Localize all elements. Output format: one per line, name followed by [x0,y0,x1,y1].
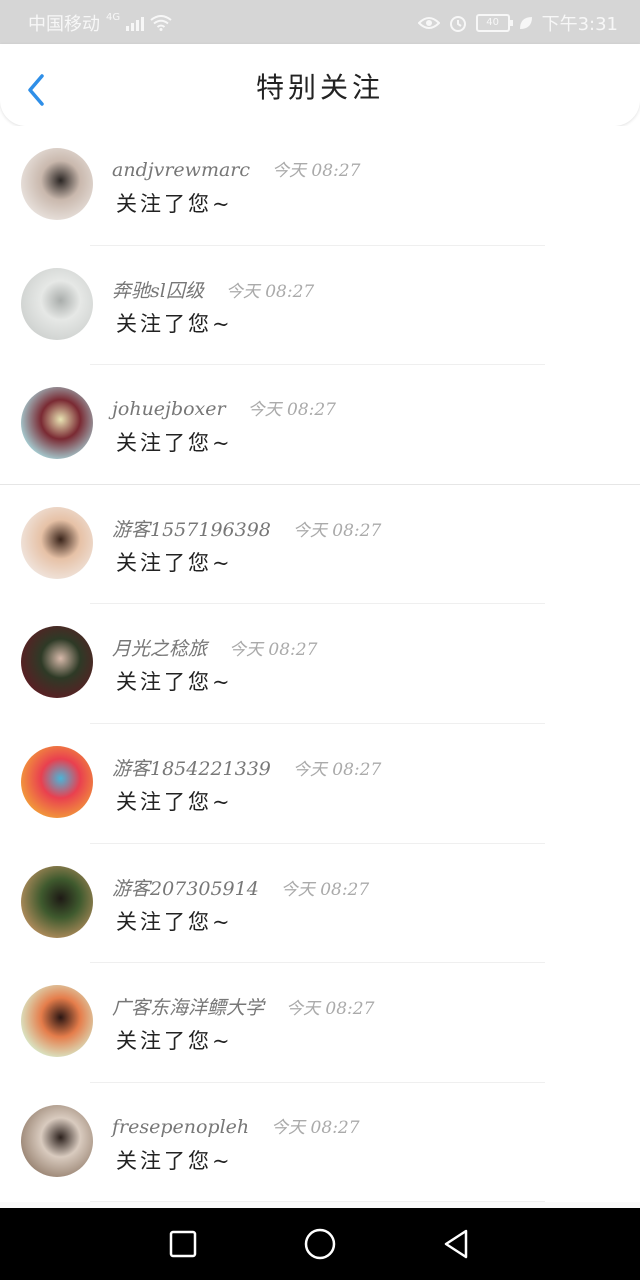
list-item[interactable]: fresepenopleh 今天 08:27 关注了您~ [0,1082,640,1203]
message-text: 关注了您~ [116,909,233,934]
avatar[interactable] [21,506,93,579]
timestamp: 今天 08:27 [280,879,370,900]
timestamp: 今天 08:27 [292,520,382,541]
clock-time: 下午3:31 [541,14,618,35]
item-meta: 奔驰sl囚级 今天 08:27 [112,276,314,303]
list-item[interactable]: 游客1854221339 今天 08:27 关注了您~ [0,723,640,844]
username[interactable]: 奔驰sl囚级 [112,276,204,303]
item-meta: 广客东海洋鳔大学 今天 08:27 [112,993,374,1020]
username[interactable]: fresepenopleh [112,1116,249,1138]
list-item[interactable]: andjvrewmarc 今天 08:27 关注了您~ [0,126,640,246]
status-left: 中国移动 4G [28,10,172,36]
avatar[interactable] [21,985,93,1058]
square-icon [169,1230,197,1258]
message-text: 关注了您~ [116,431,233,456]
signal-icon [126,15,145,31]
item-meta: 游客207305914 今天 08:27 [112,874,369,901]
message-text: 关注了您~ [116,550,233,575]
page-title: 特别关注 [255,71,384,104]
avatar[interactable] [21,267,93,340]
timestamp: 今天 08:27 [286,999,375,1020]
username[interactable]: 广客东海洋鳔大学 [112,993,264,1020]
list-item[interactable]: 广客东海洋鳔大学 今天 08:27 关注了您~ [0,963,640,1083]
battery-level: 40 [486,17,499,28]
avatar[interactable] [21,148,93,220]
item-meta: 游客1854221339 今天 08:27 [112,754,381,781]
message-text: 关注了您~ [116,311,233,336]
username[interactable]: andjvrewmarc [112,159,250,181]
item-meta: 游客1557196398 今天 08:27 [112,515,381,542]
message-text: 关注了您~ [116,789,233,814]
username[interactable]: 月光之稔旅 [112,634,207,661]
username[interactable]: 游客1557196398 [112,515,271,542]
timestamp: 今天 08:27 [271,1117,360,1138]
battery-icon: 40 [475,14,513,32]
timestamp: 今天 08:27 [225,281,315,302]
alarm-icon [449,16,466,32]
list-item[interactable]: johuejboxer 今天 08:27 关注了您~ [0,365,640,485]
leaf-icon [519,17,532,29]
home-button[interactable] [302,1226,338,1262]
avatar[interactable] [21,865,93,938]
username[interactable]: 游客1854221339 [112,754,271,781]
eye-icon [417,17,440,29]
message-text: 关注了您~ [116,670,233,695]
wifi-icon [150,15,172,31]
network-type: 4G [106,11,121,23]
timestamp: 今天 08:27 [292,759,382,780]
system-nav-bar [0,1208,640,1280]
list-item[interactable]: 游客1557196398 今天 08:27 关注了您~ [0,484,640,605]
avatar[interactable] [21,626,93,699]
message-text: 关注了您~ [116,192,233,216]
status-bar: 中国移动 4G 40 下午3:31 [0,0,640,44]
item-meta: andjvrewmarc 今天 08:27 [112,156,360,181]
message-text: 关注了您~ [116,1148,233,1173]
item-meta: fresepenopleh 今天 08:27 [112,1113,360,1138]
list-item[interactable]: 奔驰sl囚级 今天 08:27 关注了您~ [0,245,640,366]
nav-back-button[interactable] [438,1226,474,1262]
username[interactable]: 游客207305914 [112,874,259,901]
avatar[interactable] [21,1104,93,1177]
list-item[interactable]: 游客207305914 今天 08:27 关注了您~ [0,843,640,964]
timestamp: 今天 08:27 [229,640,318,661]
divider [90,1201,545,1203]
status-right: 40 下午3:31 [417,10,618,36]
avatar[interactable] [21,387,93,460]
follower-list: andjvrewmarc 今天 08:27 关注了您~ 奔驰sl囚级 今天 08:27 关… [0,126,640,1208]
username[interactable]: johuejboxer [112,398,226,420]
timestamp: 今天 08:27 [272,161,361,181]
list-item[interactable]: 月光之稔旅 今天 08:27 关注了您~ [0,604,640,724]
circle-icon [304,1228,336,1260]
triangle-back-icon [444,1229,468,1259]
item-meta: 月光之稔旅 今天 08:27 [112,634,317,661]
avatar[interactable] [21,745,93,818]
recent-apps-button[interactable] [165,1226,201,1262]
top-bar: 特别关注 [0,44,640,126]
item-meta: johuejboxer 今天 08:27 [112,395,336,420]
carrier-label: 中国移动 [28,14,100,35]
message-text: 关注了您~ [116,1029,233,1054]
timestamp: 今天 08:27 [247,400,336,421]
